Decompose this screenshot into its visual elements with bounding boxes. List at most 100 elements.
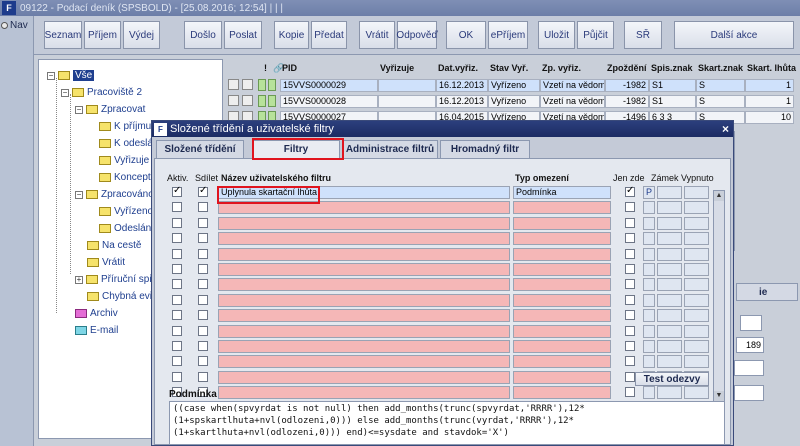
tree-node-zpracovat[interactable]: − Zpracovat [75, 104, 145, 115]
aktiv-checkbox[interactable] [172, 249, 182, 259]
col-header-dat-vyriz[interactable]: Dat.vyřiz. [438, 63, 478, 73]
condition-textarea[interactable]: ((case when(spvyrdat is not null) then a… [169, 401, 725, 445]
sdilet-checkbox[interactable] [198, 264, 208, 274]
vypnuto-cell[interactable] [657, 248, 682, 261]
filter-name-field[interactable] [218, 355, 510, 368]
zamek-cell[interactable] [643, 355, 655, 368]
filter-type-field[interactable] [513, 232, 611, 245]
row-checkbox[interactable] [228, 95, 239, 106]
zamek-cell[interactable] [643, 278, 655, 291]
vypnuto-cell[interactable] [657, 278, 682, 291]
sdilet-checkbox[interactable] [198, 233, 208, 243]
row-checkbox[interactable] [242, 95, 253, 106]
aktiv-checkbox[interactable] [172, 295, 182, 305]
filter-name-field[interactable] [218, 278, 510, 291]
aktiv-checkbox[interactable] [172, 356, 182, 366]
zamek-cell[interactable] [643, 325, 655, 338]
sdilet-checkbox[interactable] [198, 310, 208, 320]
filter-type-field[interactable] [513, 201, 611, 214]
vypnuto-cell[interactable] [684, 201, 709, 214]
vypnuto-cell[interactable] [684, 309, 709, 322]
sdilet-checkbox[interactable] [198, 341, 208, 351]
vypnuto-cell[interactable] [684, 325, 709, 338]
row-checkbox[interactable] [228, 79, 239, 90]
scroll-down-icon[interactable]: ▼ [714, 391, 724, 401]
vydej-button[interactable]: Výdej [123, 21, 160, 49]
sdilet-checkbox[interactable] [198, 249, 208, 259]
jen-zde-checkbox[interactable] [625, 310, 635, 320]
filter-name-field[interactable] [218, 309, 510, 322]
zamek-cell[interactable] [643, 232, 655, 245]
right-tab[interactable]: ie [736, 283, 798, 301]
collapse-icon[interactable]: − [61, 88, 69, 97]
sdilet-checkbox[interactable] [198, 295, 208, 305]
vypnuto-cell[interactable] [657, 309, 682, 322]
aktiv-checkbox[interactable] [172, 326, 182, 336]
col-header-skart-lhuta[interactable]: Skart. lhůta [747, 63, 796, 73]
filter-name-field[interactable] [218, 325, 510, 338]
zamek-cell[interactable] [643, 263, 655, 276]
tree-node-koncepty[interactable]: Koncepty [99, 172, 156, 183]
col-header-skart-znak[interactable]: Skart.znak [698, 63, 743, 73]
filter-type-field[interactable] [513, 386, 611, 399]
filter-name-field[interactable] [218, 340, 510, 353]
col-header-zpozdeni[interactable]: Zpoždění [607, 63, 647, 73]
tab-slozene-trideni[interactable]: Složené třídění [156, 140, 244, 158]
sr-button[interactable]: SŘ [624, 21, 662, 49]
tree-node-k-prijmu[interactable]: K příjmu [99, 121, 151, 132]
jen-zde-checkbox[interactable] [625, 185, 635, 197]
scroll-up-icon[interactable]: ▲ [714, 191, 724, 201]
jen-zde-checkbox[interactable] [625, 202, 635, 212]
ulozit-button[interactable]: Uložit [538, 21, 575, 49]
jen-zde-checkbox[interactable] [625, 326, 635, 336]
jen-zde-checkbox[interactable] [625, 341, 635, 351]
odpoved-button[interactable]: Odpověď [396, 21, 438, 49]
ok-button[interactable]: OK [446, 21, 486, 49]
prijem-button[interactable]: Příjem [84, 21, 121, 49]
filter-name-field[interactable] [218, 232, 510, 245]
jen-zde-checkbox[interactable] [625, 249, 635, 259]
vypnuto-cell[interactable] [684, 217, 709, 230]
col-header-pid[interactable]: PID [282, 63, 297, 73]
sdilet-checkbox[interactable] [198, 218, 208, 228]
filter-type-field[interactable]: Podmínka [513, 186, 611, 199]
zamek-cell[interactable] [643, 386, 655, 399]
vypnuto-cell[interactable] [657, 325, 682, 338]
predat-button[interactable]: Předat [311, 21, 347, 49]
zamek-cell[interactable] [643, 201, 655, 214]
tree-node-odeslano[interactable]: Odesláno [99, 223, 157, 234]
filter-type-field[interactable] [513, 294, 611, 307]
vypnuto-cell[interactable] [657, 386, 682, 399]
vypnuto-cell[interactable] [684, 294, 709, 307]
col-header-spis-znak[interactable]: Spis.znak [651, 63, 693, 73]
vypnuto-cell[interactable] [657, 355, 682, 368]
table-row[interactable]: 15VVS0000029 16.12.2013 Vyřízeno Vzetí n… [280, 79, 794, 92]
filter-type-field[interactable] [513, 355, 611, 368]
jen-zde-checkbox[interactable] [625, 279, 635, 289]
filter-type-field[interactable] [513, 278, 611, 291]
vypnuto-cell[interactable] [684, 386, 709, 399]
aktiv-checkbox[interactable] [172, 264, 182, 274]
right-value-field[interactable]: 189 [736, 337, 764, 353]
tab-hromadny-filtr[interactable]: Hromadný filtr [440, 140, 530, 158]
dalsi-akce-button[interactable]: Další akce [674, 21, 794, 49]
jen-zde-checkbox[interactable] [625, 264, 635, 274]
tab-administrace-filtru[interactable]: Administrace filtrů [342, 140, 438, 158]
filter-name-field[interactable] [218, 248, 510, 261]
jen-zde-checkbox[interactable] [625, 387, 635, 397]
vratit-button[interactable]: Vrátit [359, 21, 395, 49]
aktiv-checkbox[interactable] [172, 372, 182, 382]
filter-type-field[interactable] [513, 309, 611, 322]
filter-name-field[interactable] [218, 371, 510, 384]
vypnuto-cell[interactable] [684, 248, 709, 261]
tree-node-zpracovano[interactable]: − Zpracováno [75, 189, 154, 200]
aktiv-checkbox[interactable] [172, 185, 182, 197]
vypnuto-cell[interactable] [657, 263, 682, 276]
aktiv-checkbox[interactable] [172, 310, 182, 320]
tree-node-vratit[interactable]: Vrátit [87, 257, 125, 268]
filter-type-field[interactable] [513, 371, 611, 384]
zamek-cell[interactable] [643, 248, 655, 261]
sdilet-checkbox[interactable] [198, 356, 208, 366]
tree-node-vyrizuje[interactable]: Vyřizuje [99, 155, 149, 166]
aktiv-checkbox[interactable] [172, 233, 182, 243]
